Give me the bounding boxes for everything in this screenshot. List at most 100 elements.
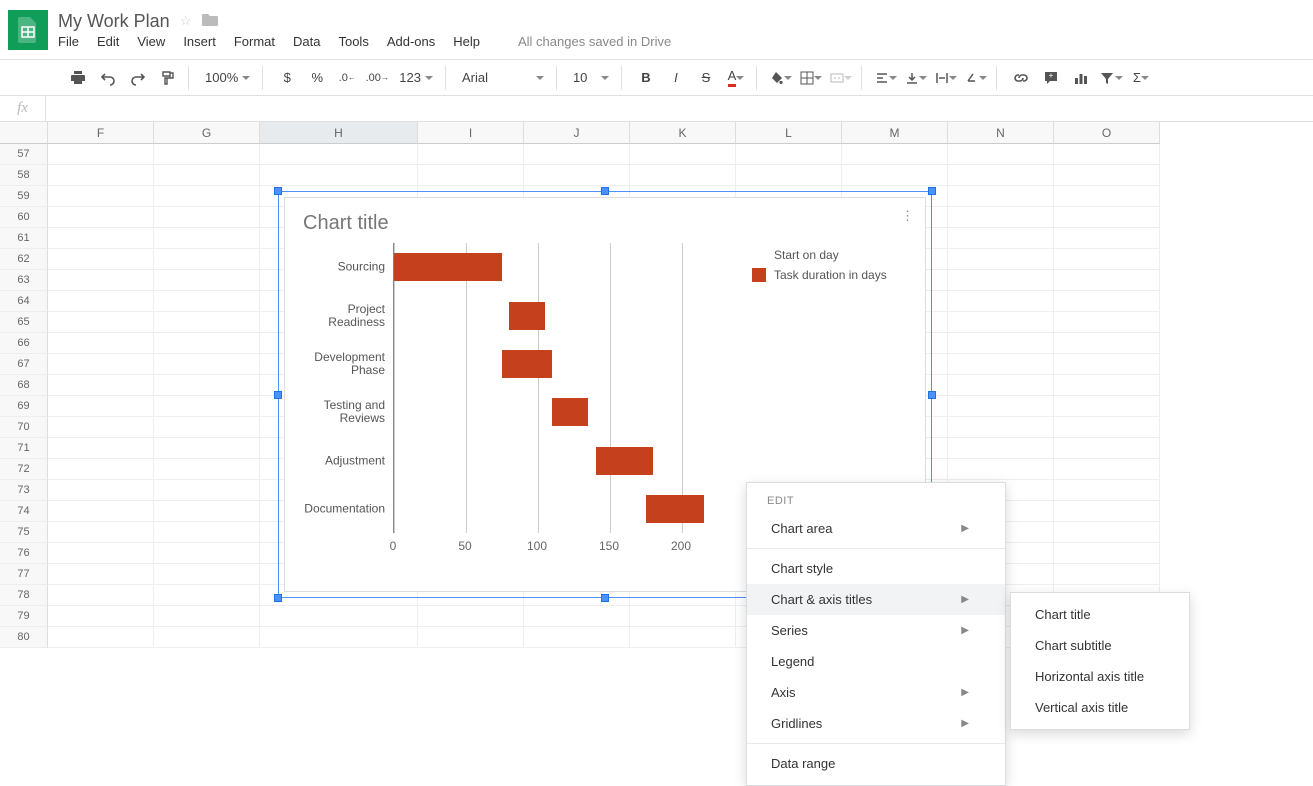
cell[interactable] <box>1054 165 1160 186</box>
cell[interactable] <box>48 165 154 186</box>
v-align-icon[interactable] <box>904 66 928 90</box>
row-header[interactable]: 57 <box>0 144 48 165</box>
cell[interactable] <box>842 165 948 186</box>
cell[interactable] <box>1054 543 1160 564</box>
cell[interactable] <box>154 375 260 396</box>
cell[interactable] <box>1054 375 1160 396</box>
cell[interactable] <box>154 249 260 270</box>
cell[interactable] <box>1054 564 1160 585</box>
menu-view[interactable]: View <box>137 34 165 49</box>
row-header[interactable]: 69 <box>0 396 48 417</box>
row-header[interactable]: 61 <box>0 228 48 249</box>
percent-icon[interactable]: % <box>305 66 329 90</box>
cell[interactable] <box>948 375 1054 396</box>
cell[interactable] <box>842 144 948 165</box>
menu-edit[interactable]: Edit <box>97 34 119 49</box>
cell[interactable] <box>1054 354 1160 375</box>
cell[interactable] <box>48 585 154 606</box>
cell[interactable] <box>948 291 1054 312</box>
cell[interactable] <box>48 627 154 648</box>
cell[interactable] <box>630 627 736 648</box>
paint-format-icon[interactable] <box>156 66 180 90</box>
redo-icon[interactable] <box>126 66 150 90</box>
cell[interactable] <box>154 585 260 606</box>
cell[interactable] <box>48 270 154 291</box>
print-icon[interactable] <box>66 66 90 90</box>
row-header[interactable]: 76 <box>0 543 48 564</box>
cell[interactable] <box>630 606 736 627</box>
cell[interactable] <box>48 354 154 375</box>
cell[interactable] <box>1054 417 1160 438</box>
row-header[interactable]: 59 <box>0 186 48 207</box>
resize-handle-tl[interactable] <box>274 187 282 195</box>
cell[interactable] <box>48 228 154 249</box>
cell[interactable] <box>48 249 154 270</box>
row-header[interactable]: 71 <box>0 438 48 459</box>
chart-title[interactable]: Chart title <box>303 212 907 235</box>
cell[interactable] <box>154 396 260 417</box>
select-all-corner[interactable] <box>0 122 48 144</box>
menu-help[interactable]: Help <box>453 34 480 49</box>
menu-item[interactable]: Series▶ <box>747 615 1005 646</box>
cell[interactable] <box>154 627 260 648</box>
column-header-H[interactable]: H <box>260 122 418 144</box>
resize-handle-tr[interactable] <box>928 187 936 195</box>
cell[interactable] <box>1054 144 1160 165</box>
resize-handle-bl[interactable] <box>274 594 282 602</box>
cell[interactable] <box>154 354 260 375</box>
cell[interactable] <box>260 606 418 627</box>
resize-handle-tm[interactable] <box>601 187 609 195</box>
cell[interactable] <box>48 480 154 501</box>
cell[interactable] <box>1054 270 1160 291</box>
cell[interactable] <box>418 606 524 627</box>
cell[interactable] <box>418 627 524 648</box>
decrease-decimal-icon[interactable]: .0← <box>335 66 359 90</box>
column-header-I[interactable]: I <box>418 122 524 144</box>
row-header[interactable]: 68 <box>0 375 48 396</box>
cell[interactable] <box>154 333 260 354</box>
cell[interactable] <box>154 270 260 291</box>
row-header[interactable]: 78 <box>0 585 48 606</box>
cell[interactable] <box>154 543 260 564</box>
cell[interactable] <box>154 564 260 585</box>
cell[interactable] <box>630 144 736 165</box>
row-header[interactable]: 80 <box>0 627 48 648</box>
menu-file[interactable]: File <box>58 34 79 49</box>
cell[interactable] <box>260 165 418 186</box>
cell[interactable] <box>948 249 1054 270</box>
column-header-L[interactable]: L <box>736 122 842 144</box>
cell[interactable] <box>154 165 260 186</box>
cell[interactable] <box>418 165 524 186</box>
menu-item[interactable]: Horizontal axis title <box>1011 661 1189 692</box>
cell[interactable] <box>154 186 260 207</box>
cell[interactable] <box>48 333 154 354</box>
text-wrap-icon[interactable] <box>934 66 958 90</box>
column-header-K[interactable]: K <box>630 122 736 144</box>
cell[interactable] <box>48 501 154 522</box>
column-header-O[interactable]: O <box>1054 122 1160 144</box>
chart-menu-icon[interactable]: ⋮ <box>901 208 913 224</box>
bar-segment[interactable] <box>596 447 654 475</box>
cell[interactable] <box>154 207 260 228</box>
cell[interactable] <box>1054 501 1160 522</box>
cell[interactable] <box>948 333 1054 354</box>
cell[interactable] <box>48 438 154 459</box>
cell[interactable] <box>1054 522 1160 543</box>
insert-comment-icon[interactable]: + <box>1039 66 1063 90</box>
cell[interactable] <box>48 564 154 585</box>
row-header[interactable]: 73 <box>0 480 48 501</box>
cell[interactable] <box>524 627 630 648</box>
cell[interactable] <box>48 396 154 417</box>
menu-format[interactable]: Format <box>234 34 275 49</box>
cell[interactable] <box>1054 438 1160 459</box>
increase-decimal-icon[interactable]: .00→ <box>365 66 389 90</box>
cell[interactable] <box>260 144 418 165</box>
borders-icon[interactable] <box>799 66 823 90</box>
bold-icon[interactable]: B <box>634 66 658 90</box>
row-header[interactable]: 70 <box>0 417 48 438</box>
row-header[interactable]: 74 <box>0 501 48 522</box>
row-header[interactable]: 65 <box>0 312 48 333</box>
row-header[interactable]: 64 <box>0 291 48 312</box>
cell[interactable] <box>948 459 1054 480</box>
row-header[interactable]: 79 <box>0 606 48 627</box>
